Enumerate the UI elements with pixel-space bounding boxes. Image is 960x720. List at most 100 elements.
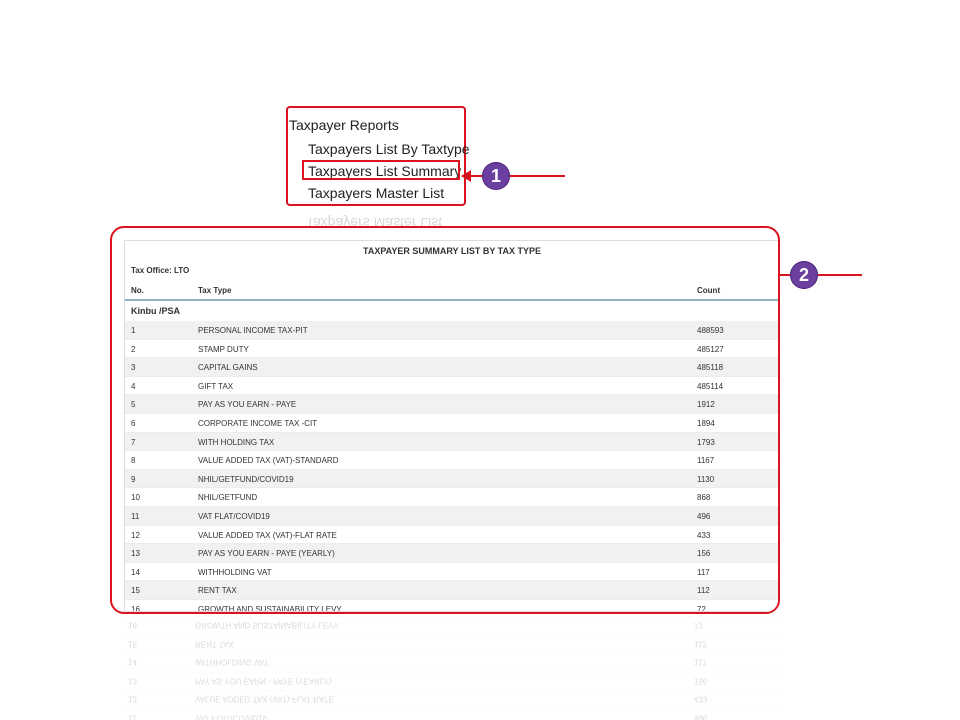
table-row-reflection: 11 VAT FLAT/COVID19 496 bbox=[122, 708, 778, 720]
table-row-reflection: 14 WITHHOLDING VAT 117 bbox=[122, 653, 778, 672]
row-tax-type: GROWTH AND SUSTAINABILITY LEVY bbox=[195, 620, 339, 630]
column-header-no: No. bbox=[131, 286, 144, 295]
row-tax-type: CAPITAL GAINS bbox=[198, 363, 258, 373]
report-callout-panel: TAXPAYER SUMMARY LIST BY TAX TYPE Tax Of… bbox=[110, 226, 780, 614]
row-tax-type: RENT TAX bbox=[198, 586, 237, 596]
report-rows: 1 PERSONAL INCOME TAX-PIT 488593 2 STAMP DUT… bbox=[125, 321, 778, 612]
row-tax-type: NHIL/GETFUND bbox=[198, 493, 258, 503]
row-count: 156 bbox=[697, 549, 711, 559]
table-row: 1 PERSONAL INCOME TAX-PIT 488593 bbox=[125, 321, 778, 340]
row-count: 868 bbox=[697, 493, 711, 503]
row-number: 15 bbox=[131, 586, 140, 596]
table-header: No. Tax Type Count bbox=[125, 281, 778, 301]
row-count: 1130 bbox=[697, 474, 715, 484]
row-number: 14 bbox=[128, 657, 137, 667]
table-row: 6 CORPORATE INCOME TAX -CIT 1894 bbox=[125, 414, 778, 433]
row-tax-type: WITH HOLDING TAX bbox=[198, 437, 275, 447]
table-row-reflection: 13 PAY AS YOU EARN - PAYE (YEARLY) 156 bbox=[122, 671, 778, 691]
row-count: 156 bbox=[694, 676, 708, 686]
table-row: 9 NHIL/GETFUND/COVID19 1130 bbox=[125, 469, 778, 489]
row-count: 433 bbox=[697, 530, 711, 540]
column-header-tax-type: Tax Type bbox=[198, 286, 232, 295]
row-number: 13 bbox=[128, 676, 137, 686]
row-number: 3 bbox=[131, 363, 136, 373]
row-tax-type: PAY AS YOU EARN - PAYE (YEARLY) bbox=[195, 676, 332, 686]
row-tax-type: STAMP DUTY bbox=[198, 344, 249, 354]
row-number: 11 bbox=[128, 713, 137, 720]
table-row: 5 PAY AS YOU EARN - PAYE 1912 bbox=[125, 395, 778, 414]
table-row: 3 CAPITAL GAINS 485118 bbox=[125, 358, 778, 377]
row-tax-type: VALUE ADDED TAX (VAT)-STANDARD bbox=[198, 456, 339, 466]
tax-office-label: Tax Office: LTO bbox=[131, 266, 190, 275]
menu-item-master-list[interactable]: Taxpayers Master List bbox=[308, 185, 444, 201]
row-tax-type: VAT FLAT/COVID19 bbox=[198, 511, 270, 521]
row-number: 7 bbox=[131, 437, 136, 447]
group-label: Kinbu /PSA bbox=[131, 306, 180, 316]
row-count: 112 bbox=[694, 639, 707, 649]
table-row: 12 VALUE ADDED TAX (VAT)-FLAT RATE 433 bbox=[125, 526, 778, 545]
row-number: 11 bbox=[131, 511, 140, 521]
row-number: 14 bbox=[131, 567, 140, 577]
row-number: 4 bbox=[131, 381, 136, 391]
row-count: 72 bbox=[694, 620, 703, 630]
table-row: 10 NHIL/GETFUND 868 bbox=[125, 488, 778, 507]
row-count: 112 bbox=[697, 586, 710, 596]
row-count: 496 bbox=[694, 713, 708, 720]
row-number: 8 bbox=[131, 456, 136, 466]
row-tax-type: CORPORATE INCOME TAX -CIT bbox=[198, 418, 318, 428]
table-row: 13 PAY AS YOU EARN - PAYE (YEARLY) 156 bbox=[125, 544, 778, 563]
report-title: TAXPAYER SUMMARY LIST BY TAX TYPE bbox=[362, 246, 542, 256]
row-count: 117 bbox=[697, 567, 710, 577]
row-count: 485114 bbox=[697, 381, 724, 391]
row-number: 10 bbox=[131, 493, 140, 503]
row-count: 488593 bbox=[697, 326, 724, 335]
row-count: 496 bbox=[697, 511, 711, 521]
row-number: 16 bbox=[131, 604, 140, 612]
column-header-count: Count bbox=[697, 286, 721, 295]
row-number: 2 bbox=[131, 344, 136, 354]
row-number: 15 bbox=[128, 639, 137, 649]
row-count: 1912 bbox=[697, 400, 715, 410]
row-count: 1894 bbox=[697, 418, 715, 428]
row-number: 13 bbox=[131, 549, 140, 559]
row-number: 1 bbox=[131, 326, 136, 335]
row-tax-type: WITHHOLDING VAT bbox=[198, 567, 272, 577]
row-count: 485118 bbox=[697, 363, 724, 373]
table-row: 15 RENT TAX 112 bbox=[125, 581, 778, 600]
taxpayer-reports-menu: Taxpayer Reports Taxpayers List By Taxty… bbox=[286, 106, 470, 206]
table-row-reflection: 12 VALUE ADDED TAX (VAT)-FLAT RATE 433 bbox=[122, 690, 778, 709]
row-tax-type: WITHHOLDING VAT bbox=[195, 657, 269, 667]
row-count: 72 bbox=[697, 604, 706, 612]
row-number: 16 bbox=[128, 620, 137, 630]
row-count: 117 bbox=[694, 657, 707, 667]
row-count: 1793 bbox=[697, 437, 715, 447]
row-count: 433 bbox=[694, 694, 708, 704]
row-tax-type: PAY AS YOU EARN - PAYE bbox=[198, 400, 297, 410]
row-number: 12 bbox=[131, 530, 140, 540]
table-row: 8 VALUE ADDED TAX (VAT)-STANDARD 1167 bbox=[125, 451, 778, 470]
table-row-reflection: 15 RENT TAX 112 bbox=[122, 634, 778, 654]
group-header: Kinbu /PSA bbox=[125, 301, 778, 320]
row-tax-type: VAT FLAT/COVID19 bbox=[195, 713, 267, 720]
table-row: 11 VAT FLAT/COVID19 496 bbox=[125, 506, 778, 526]
table-row: 4 GIFT TAX 485114 bbox=[125, 377, 778, 396]
taxpayer-summary-report: TAXPAYER SUMMARY LIST BY TAX TYPE Tax Of… bbox=[124, 240, 778, 612]
reflection-rows: 11 VAT FLAT/COVID19 496 12 VALUE ADDED TAX (… bbox=[122, 616, 778, 720]
table-row: 14 WITHHOLDING VAT 117 bbox=[125, 563, 778, 582]
row-tax-type: RENT TAX bbox=[195, 639, 234, 649]
table-row: 2 STAMP DUTY 485127 bbox=[125, 340, 778, 359]
step-badge-1: 1 bbox=[482, 162, 510, 190]
report-reflection: 11 VAT FLAT/COVID19 496 12 VALUE ADDED TAX (… bbox=[122, 616, 778, 720]
row-tax-type: PERSONAL INCOME TAX-PIT bbox=[198, 326, 308, 335]
row-number: 6 bbox=[131, 418, 136, 428]
row-tax-type: VALUE ADDED TAX (VAT)-FLAT RATE bbox=[198, 530, 337, 540]
table-row: 7 WITH HOLDING TAX 1793 bbox=[125, 432, 778, 452]
selected-item-highlight bbox=[302, 160, 460, 180]
row-count: 1167 bbox=[697, 456, 715, 466]
table-row-reflection: 16 GROWTH AND SUSTAINABILITY LEVY 72 bbox=[122, 616, 778, 635]
row-tax-type: GIFT TAX bbox=[198, 381, 234, 391]
row-tax-type: PAY AS YOU EARN - PAYE (YEARLY) bbox=[198, 549, 335, 559]
menu-item-list-by-taxtype[interactable]: Taxpayers List By Taxtype bbox=[308, 141, 470, 157]
row-number: 5 bbox=[131, 400, 136, 410]
row-number: 9 bbox=[131, 474, 136, 484]
